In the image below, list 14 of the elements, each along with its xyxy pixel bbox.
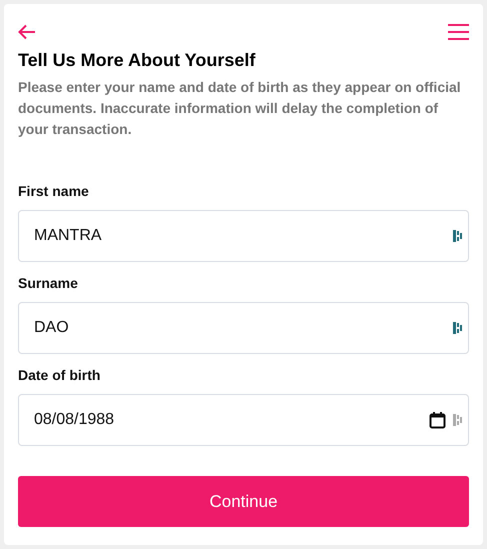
field-label: Surname (18, 275, 78, 291)
description-text: Please enter your name and date of birth as they appear on official documents. Inaccurate information will delay the completion of your transaction. (18, 78, 462, 139)
text-field[interactable]: DAO (18, 302, 469, 354)
date-field[interactable]: 08/08/1988 (18, 394, 469, 446)
field-label: Date of birth (18, 367, 100, 383)
menu-icon[interactable] (448, 24, 469, 40)
autofill-icon[interactable] (452, 229, 464, 243)
field-label: First name (18, 183, 89, 199)
back-arrow-icon[interactable] (18, 24, 36, 40)
text-field[interactable]: MANTRA (18, 210, 469, 262)
calendar-icon[interactable] (429, 411, 446, 429)
page-title: Tell Us More About Yourself (18, 50, 256, 71)
continue-button[interactable]: Continue (18, 476, 469, 527)
autofill-icon[interactable] (452, 321, 464, 335)
